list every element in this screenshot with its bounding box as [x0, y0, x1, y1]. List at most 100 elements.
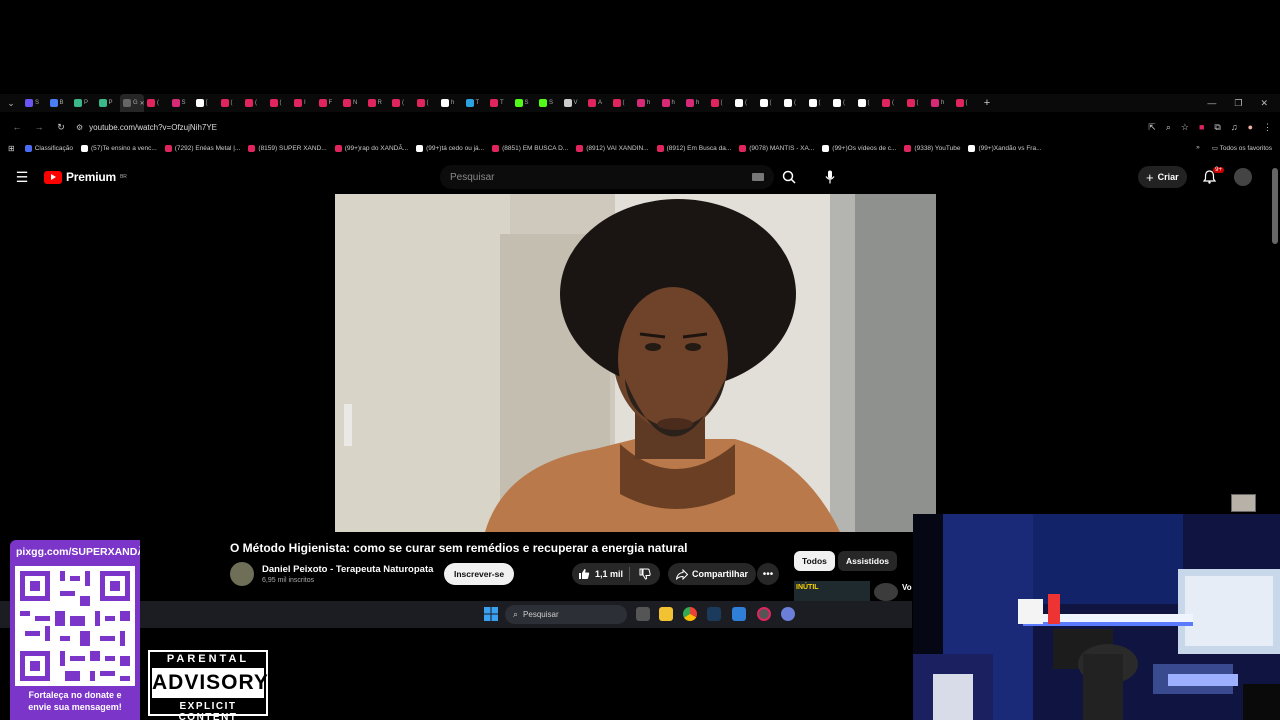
- browser-tab[interactable]: P: [96, 94, 121, 112]
- voice-search-button[interactable]: [818, 165, 842, 189]
- browser-tab[interactable]: (: [389, 94, 414, 112]
- browser-tab[interactable]: (: [830, 94, 855, 112]
- browser-tab[interactable]: [: [193, 94, 218, 112]
- browser-tab[interactable]: h: [928, 94, 953, 112]
- browser-tab[interactable]: h: [634, 94, 659, 112]
- close-window-icon[interactable]: ✕: [1260, 98, 1268, 109]
- browser-tab[interactable]: V: [561, 94, 586, 112]
- forward-icon[interactable]: →: [28, 122, 50, 132]
- recommendation-thumbnail[interactable]: INÚTIL: [794, 581, 870, 601]
- more-actions-button[interactable]: •••: [757, 563, 779, 585]
- bookmark-item[interactable]: (9338) YouTube: [904, 144, 960, 152]
- browser-tab[interactable]: h: [438, 94, 463, 112]
- site-info-icon[interactable]: ⚙: [76, 123, 83, 132]
- restore-icon[interactable]: ❐: [1234, 98, 1242, 109]
- dislike-button[interactable]: [630, 568, 660, 580]
- tab-search-icon[interactable]: ⌄: [0, 94, 22, 112]
- share-button[interactable]: Compartilhar: [668, 563, 757, 585]
- account-avatar[interactable]: [1234, 168, 1252, 186]
- mini-player-thumbnail[interactable]: [1231, 494, 1256, 512]
- steam-icon[interactable]: [707, 607, 721, 621]
- browser-tab[interactable]: (: [610, 94, 635, 112]
- browser-tab[interactable]: (: [953, 94, 978, 112]
- browser-tab[interactable]: (: [806, 94, 831, 112]
- extensions-icon[interactable]: ⧉: [1214, 122, 1220, 133]
- browser-tab[interactable]: N: [340, 94, 365, 112]
- browser-tab[interactable]: (: [879, 94, 904, 112]
- bookmark-item[interactable]: (99+)tá cedo ou já...: [416, 144, 484, 152]
- browser-tab[interactable]: S: [536, 94, 561, 112]
- bookmark-item[interactable]: (99+)Os vídeos de c...: [822, 144, 896, 152]
- chip-watched[interactable]: Assistidos: [838, 551, 897, 571]
- bookmark-item[interactable]: Classificação: [24, 144, 73, 152]
- windows-start-icon[interactable]: [484, 607, 498, 621]
- create-button[interactable]: + Criar: [1138, 166, 1187, 188]
- bookmark-item[interactable]: (7292) Enéas Metal |...: [164, 144, 240, 152]
- browser-tab[interactable]: (: [732, 94, 757, 112]
- star-icon[interactable]: ☆: [1181, 122, 1189, 133]
- browser-tab[interactable]: (: [781, 94, 806, 112]
- page-scrollbar[interactable]: [1272, 168, 1278, 244]
- chip-all[interactable]: Todos: [794, 551, 835, 571]
- like-button[interactable]: 1,1 mil: [572, 567, 630, 581]
- url-field[interactable]: ⚙ youtube.com/watch?v=OfzujNih7YE: [76, 118, 1096, 136]
- all-bookmarks-folder[interactable]: ▭ Todos os favoritos: [1212, 144, 1272, 152]
- browser-tab[interactable]: T: [487, 94, 512, 112]
- subscribe-button[interactable]: Inscrever-se: [444, 563, 515, 585]
- browser-tab[interactable]: P: [71, 94, 96, 112]
- browser-menu-icon[interactable]: ⋮: [1263, 122, 1272, 133]
- notifications-button[interactable]: 9+: [1198, 166, 1224, 188]
- bookmark-item[interactable]: (57)Te ensino a venc...: [81, 144, 157, 152]
- search-input[interactable]: Pesquisar: [440, 165, 774, 189]
- taskbar-search[interactable]: ⌕ Pesquisar: [505, 605, 627, 624]
- app-blue-icon[interactable]: [732, 607, 746, 621]
- reload-icon[interactable]: ↻: [50, 122, 72, 133]
- browser-tab[interactable]: (: [855, 94, 880, 112]
- youtube-logo[interactable]: Premium BR: [44, 170, 127, 184]
- profile-icon[interactable]: ●: [1248, 122, 1253, 133]
- recommendation-title[interactable]: Vo: [902, 583, 912, 592]
- video-player[interactable]: [335, 194, 936, 532]
- browser-tab[interactable]: T: [463, 94, 488, 112]
- browser-tab[interactable]: (: [757, 94, 782, 112]
- browser-tab[interactable]: A: [585, 94, 610, 112]
- guide-menu-icon[interactable]: ☰: [0, 169, 44, 186]
- search-button[interactable]: [774, 165, 804, 189]
- browser-tab[interactable]: (: [218, 94, 243, 112]
- bookmark-item[interactable]: (9078) MANTIS - XA...: [739, 144, 814, 152]
- app-red-icon[interactable]: [757, 607, 771, 621]
- bookmark-item[interactable]: (8912) Em Busca da...: [656, 144, 731, 152]
- browser-tab[interactable]: S: [22, 94, 47, 112]
- browser-tab[interactable]: (: [904, 94, 929, 112]
- minimize-icon[interactable]: —: [1207, 98, 1216, 109]
- bookmark-item[interactable]: (8159) SUPER XAND...: [248, 144, 327, 152]
- browser-tab[interactable]: G ✕: [120, 94, 144, 112]
- zoom-icon[interactable]: ⌕: [1166, 122, 1171, 133]
- browser-tab[interactable]: (: [144, 94, 169, 112]
- browser-tab[interactable]: h: [659, 94, 684, 112]
- browser-tab[interactable]: (: [414, 94, 439, 112]
- extension-red-icon[interactable]: ■: [1199, 122, 1204, 133]
- new-tab-icon[interactable]: +: [979, 97, 995, 109]
- apps-icon[interactable]: ⊞: [8, 144, 15, 153]
- back-icon[interactable]: ←: [6, 122, 28, 132]
- bookmark-item[interactable]: (99+)Xandão vs Fra...: [968, 144, 1042, 152]
- browser-tab[interactable]: (: [708, 94, 733, 112]
- install-icon[interactable]: ⇱: [1148, 122, 1156, 133]
- more-bookmarks-icon[interactable]: »: [1196, 144, 1200, 152]
- bookmark-item[interactable]: (8912) VAI XANDIN...: [576, 144, 649, 152]
- browser-tab[interactable]: S: [169, 94, 194, 112]
- file-explorer-icon[interactable]: [659, 607, 673, 621]
- channel-name[interactable]: Daniel Peixoto - Terapeuta Naturopata: [262, 564, 433, 575]
- task-view-icon[interactable]: [636, 607, 650, 621]
- browser-tab[interactable]: (: [242, 94, 267, 112]
- recommendation-avatar[interactable]: [874, 583, 898, 601]
- bookmark-item[interactable]: (8851) EM BUSCA D...: [492, 144, 568, 152]
- settings-icon[interactable]: [781, 607, 795, 621]
- browser-tab[interactable]: h: [683, 94, 708, 112]
- browser-tab[interactable]: R: [365, 94, 390, 112]
- browser-tab[interactable]: B: [47, 94, 72, 112]
- browser-tab[interactable]: S: [512, 94, 537, 112]
- media-icon[interactable]: ♫: [1231, 122, 1238, 133]
- browser-tab[interactable]: (: [267, 94, 292, 112]
